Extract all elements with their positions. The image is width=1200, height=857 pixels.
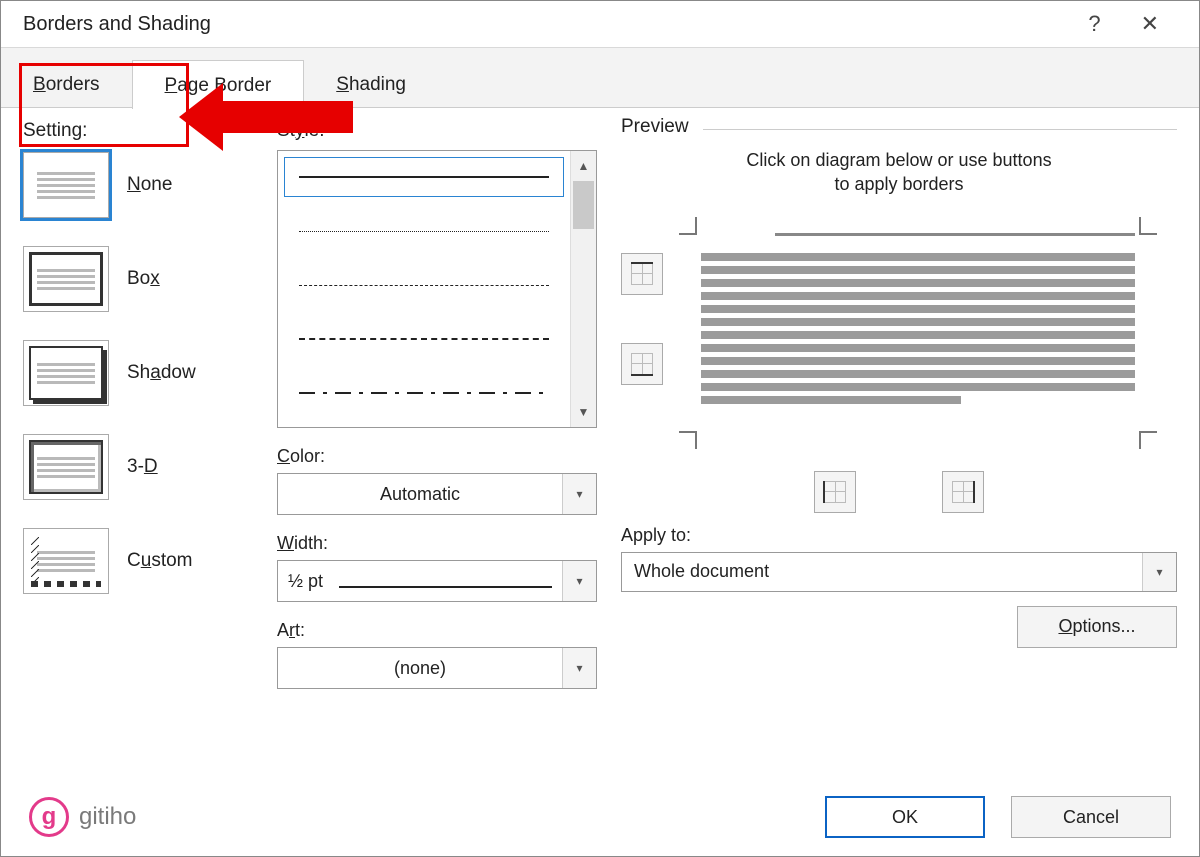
scroll-track[interactable]: [571, 181, 596, 397]
setting-3d-icon: [23, 434, 109, 500]
dialog-title: Borders and Shading: [23, 13, 211, 36]
setting-option-shadow[interactable]: Shadow: [23, 340, 253, 406]
width-value: ½ pt: [288, 571, 323, 592]
tab-page-border-accel: P: [165, 75, 178, 96]
setting-box-label: Box: [127, 268, 160, 290]
art-value: (none): [394, 658, 446, 679]
tab-page-border-label: age Border: [177, 75, 271, 96]
corner-icon: [679, 431, 697, 449]
style-option-solid[interactable]: [284, 157, 564, 197]
setting-custom-icon: [23, 528, 109, 594]
art-heading: Art:: [277, 620, 597, 641]
dialog-window: Borders and Shading ? ✕ Borders Page Bor…: [0, 0, 1200, 857]
tab-shading-accel: S: [336, 74, 349, 95]
setting-custom-label: Custom: [127, 550, 193, 572]
preview-top-accent: [775, 233, 1135, 236]
color-heading: Color:: [277, 446, 597, 467]
style-option-dashed[interactable]: [284, 319, 564, 359]
setting-option-3d[interactable]: 3-D: [23, 434, 253, 500]
width-combo[interactable]: ½ pt ▾: [277, 560, 597, 602]
style-column: Style: ▲ ▼ Color:: [277, 116, 597, 757]
watermark-text: gitiho: [79, 803, 136, 831]
style-option-dashed-fine[interactable]: [284, 265, 564, 305]
width-preview-line: [339, 586, 552, 588]
setting-heading: Setting:: [23, 120, 253, 142]
preview-bottom-buttons: [621, 471, 1177, 513]
style-heading: Style:: [277, 120, 597, 142]
style-option-dash-dot[interactable]: [284, 373, 564, 413]
apply-to-field: Apply to: Whole document ▾: [621, 525, 1177, 592]
chevron-down-icon[interactable]: ▾: [1142, 553, 1176, 591]
border-toggle-left[interactable]: [814, 471, 856, 513]
dialog-body: Setting: None Box: [1, 108, 1199, 769]
setting-option-box[interactable]: Box: [23, 246, 253, 312]
scroll-thumb[interactable]: [573, 181, 594, 229]
corner-icon: [1139, 217, 1157, 235]
watermark-glyph: g: [29, 797, 69, 837]
close-button[interactable]: ✕: [1141, 11, 1159, 37]
preview-instructions: Click on diagram below or use buttons to…: [621, 148, 1177, 197]
apply-to-heading: Apply to:: [621, 525, 1177, 546]
preview-heading: Preview: [621, 116, 689, 138]
color-field: Color: Automatic ▾: [277, 446, 597, 515]
tab-borders[interactable]: Borders: [1, 60, 132, 108]
help-button[interactable]: ?: [1088, 11, 1100, 37]
setting-shadow-label: Shadow: [127, 362, 196, 384]
corner-icon: [1139, 431, 1157, 449]
tab-borders-accel: B: [33, 74, 46, 95]
border-toggle-top[interactable]: [621, 253, 663, 295]
preview-heading-rule: [703, 129, 1177, 130]
color-combo[interactable]: Automatic ▾: [277, 473, 597, 515]
tab-row: Borders Page Border Shading: [1, 48, 1199, 108]
setting-list: None Box Shadow: [23, 152, 253, 594]
apply-to-combo[interactable]: Whole document ▾: [621, 552, 1177, 592]
tab-borders-label: orders: [46, 74, 100, 95]
cancel-button[interactable]: Cancel: [1011, 796, 1171, 838]
tab-shading-label: hading: [349, 74, 406, 95]
preview-side-buttons: [621, 253, 663, 443]
chevron-down-icon[interactable]: ▾: [562, 474, 596, 514]
dialog-footer: g gitiho OK Cancel: [1, 778, 1199, 856]
preview-page[interactable]: [685, 223, 1151, 443]
preview-text-lines: [701, 253, 1135, 404]
setting-option-custom[interactable]: Custom: [23, 528, 253, 594]
setting-box-icon: [23, 246, 109, 312]
watermark-logo: g gitiho: [29, 797, 136, 837]
border-toggle-right[interactable]: [942, 471, 984, 513]
scroll-down-icon[interactable]: ▼: [571, 397, 596, 427]
options-button[interactable]: Options...: [1017, 606, 1177, 648]
setting-column: Setting: None Box: [23, 116, 253, 757]
width-heading: Width:: [277, 533, 597, 554]
apply-to-value: Whole document: [634, 561, 769, 582]
style-scrollbar[interactable]: ▲ ▼: [570, 151, 596, 427]
style-listbox[interactable]: ▲ ▼: [277, 150, 597, 428]
art-field: Art: (none) ▾: [277, 620, 597, 689]
chevron-down-icon[interactable]: ▾: [562, 561, 596, 601]
setting-none-icon: [23, 152, 109, 218]
style-option-dotted[interactable]: [284, 211, 564, 251]
tab-shading[interactable]: Shading: [304, 60, 438, 108]
chevron-down-icon[interactable]: ▾: [562, 648, 596, 688]
border-toggle-bottom[interactable]: [621, 343, 663, 385]
color-value: Automatic: [380, 484, 460, 505]
preview-area: [621, 223, 1177, 443]
art-combo[interactable]: (none) ▾: [277, 647, 597, 689]
tab-page-border[interactable]: Page Border: [132, 60, 305, 109]
width-field: Width: ½ pt ▾: [277, 533, 597, 602]
setting-shadow-icon: [23, 340, 109, 406]
titlebar: Borders and Shading ? ✕: [1, 1, 1199, 48]
corner-icon: [679, 217, 697, 235]
setting-none-label: None: [127, 174, 172, 196]
scroll-up-icon[interactable]: ▲: [571, 151, 596, 181]
setting-option-none[interactable]: None: [23, 152, 253, 218]
style-items: [278, 151, 570, 427]
preview-column: Preview Click on diagram below or use bu…: [621, 116, 1177, 757]
ok-button[interactable]: OK: [825, 796, 985, 838]
setting-3d-label: 3-D: [127, 456, 158, 478]
